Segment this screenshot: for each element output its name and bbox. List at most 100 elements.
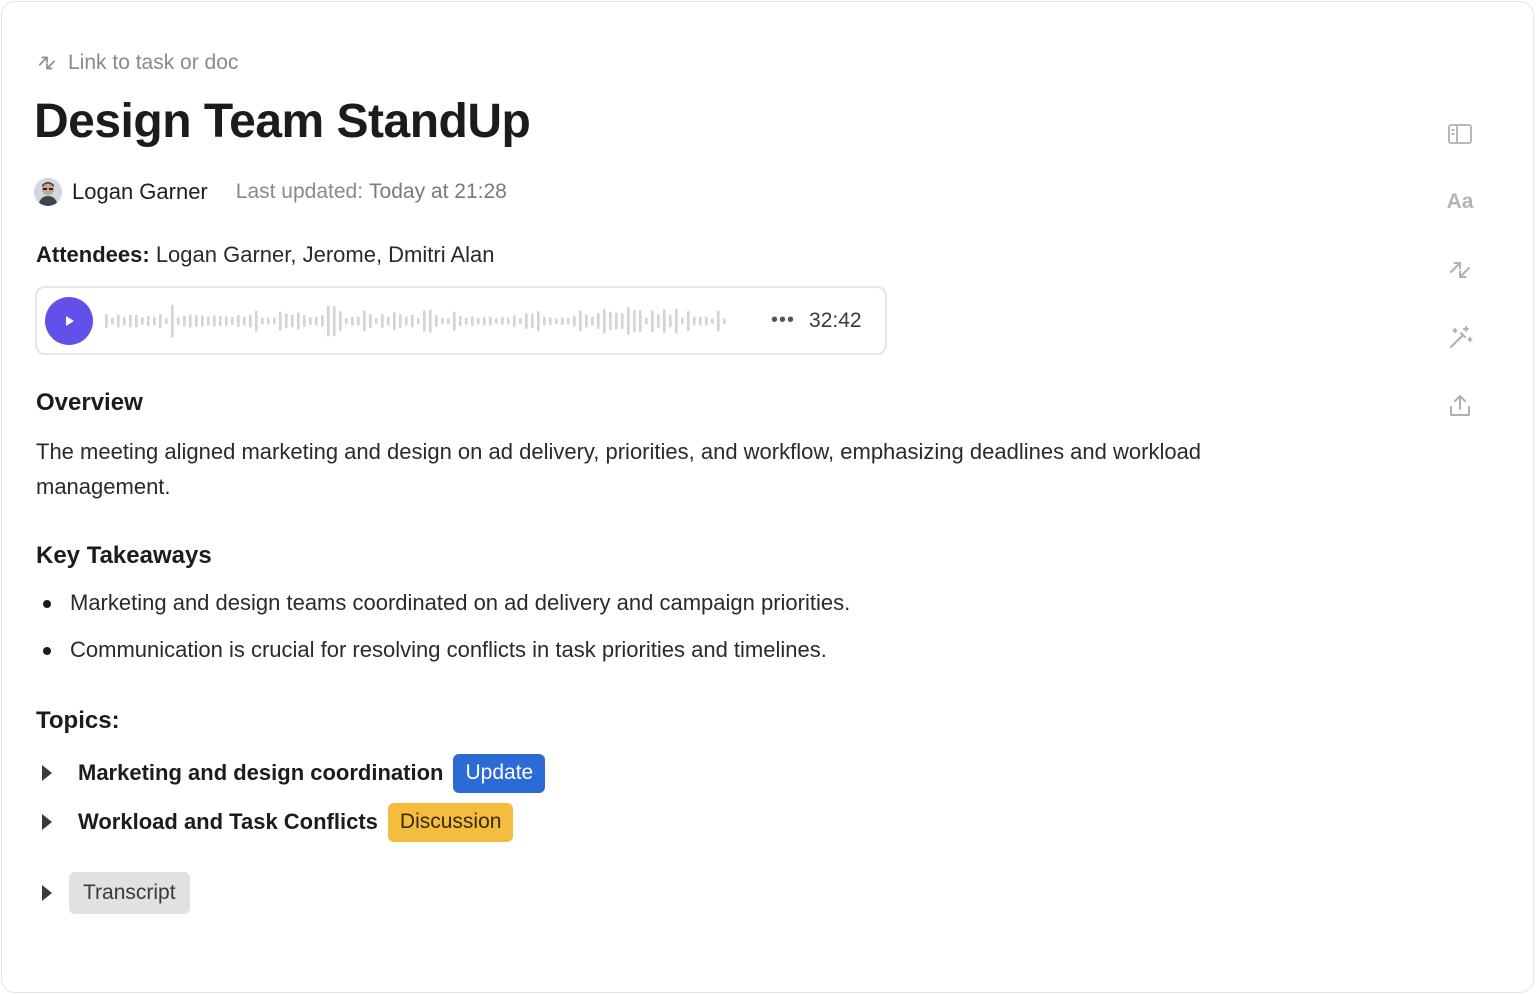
waveform-bar — [165, 317, 168, 324]
waveform-bar — [477, 317, 480, 324]
waveform-bar — [465, 317, 468, 324]
topic-tag-update[interactable]: Update — [453, 753, 546, 793]
last-updated-value: Today at 21:28 — [369, 180, 507, 203]
waveform-bar — [711, 317, 714, 324]
waveform-bar — [579, 310, 582, 331]
waveform-bar — [249, 314, 252, 327]
waveform-bar — [651, 309, 654, 332]
attendees-line: Attendees: Logan Garner, Jerome, Dmitri … — [36, 242, 495, 268]
waveform-bar — [291, 314, 294, 327]
waveform-bar — [531, 313, 534, 328]
waveform-bar — [183, 315, 186, 326]
waveform-bar — [687, 310, 690, 331]
waveform-bar — [699, 316, 702, 325]
attendees-names: Logan Garner, Jerome, Dmitri Alan — [155, 242, 495, 267]
waveform-bar — [429, 309, 432, 332]
waveform-bar — [393, 311, 396, 330]
waveform-bar — [537, 310, 540, 331]
waveform-bar — [135, 314, 138, 327]
link-arrows-icon — [38, 56, 56, 70]
waveform-bar — [549, 316, 552, 325]
list-item: Marketing and design teams coordinated o… — [36, 587, 850, 634]
waveform-bar — [693, 316, 696, 325]
audio-player: ••• 32:42 — [35, 286, 887, 355]
audio-more-button[interactable]: ••• — [771, 309, 795, 332]
waveform-bar — [597, 312, 600, 329]
waveform-bar — [573, 315, 576, 326]
expand-caret-icon[interactable] — [42, 765, 52, 781]
sidebar-panel-icon[interactable] — [1438, 112, 1482, 156]
waveform-bar — [141, 316, 144, 325]
waveform-bar — [459, 315, 462, 326]
waveform-bar — [189, 314, 192, 327]
waveform-bar — [261, 317, 264, 324]
topic-row[interactable]: Marketing and design coordination Update — [42, 753, 546, 793]
waveform-bar — [345, 317, 348, 324]
waveform-bar — [279, 311, 282, 330]
waveform-bar — [411, 314, 414, 327]
link-arrows-icon[interactable] — [1438, 248, 1482, 292]
expand-caret-icon[interactable] — [42, 814, 52, 830]
waveform-bar — [399, 313, 402, 328]
link-to-task-button[interactable]: Link to task or doc — [36, 48, 238, 78]
waveform-bar — [675, 308, 678, 333]
play-button[interactable] — [45, 296, 93, 345]
author-name[interactable]: Logan Garner — [72, 179, 208, 205]
waveform-bar — [195, 314, 198, 327]
waveform-bar — [159, 313, 162, 328]
avatar[interactable] — [34, 178, 62, 206]
waveform-bar — [669, 314, 672, 327]
waveform-bar — [321, 314, 324, 327]
author-row: Logan Garner Last updated: Today at 21:2… — [34, 176, 507, 208]
waveform-bar — [591, 316, 594, 325]
waveform-bar — [447, 317, 450, 324]
waveform-bar — [657, 313, 660, 328]
waveform-bar — [369, 313, 372, 328]
waveform-bar — [681, 317, 684, 324]
play-icon — [66, 315, 74, 326]
waveform-bar — [129, 314, 132, 327]
overview-text: The meeting aligned marketing and design… — [36, 439, 1202, 499]
waveform-bar — [219, 315, 222, 326]
waveform-bar — [717, 310, 720, 331]
waveform-bar — [483, 316, 486, 325]
waveform-bar — [705, 316, 708, 325]
waveform-bar — [723, 317, 726, 324]
waveform-bar — [147, 315, 150, 326]
waveform-bar — [297, 312, 300, 329]
waveform-bar — [255, 310, 258, 331]
expand-caret-icon[interactable] — [42, 885, 52, 901]
waveform-bar — [441, 317, 444, 324]
transcript-button[interactable]: Transcript — [69, 872, 190, 914]
topic-tag-discussion[interactable]: Discussion — [387, 802, 514, 842]
waveform-bar — [453, 311, 456, 330]
page-title: Design Team StandUp — [34, 95, 531, 148]
transcript-row[interactable]: Transcript — [42, 872, 190, 914]
waveform-bar — [495, 317, 498, 324]
waveform-bar — [639, 309, 642, 332]
waveform-bar — [363, 310, 366, 331]
waveform-bar — [303, 314, 306, 327]
waveform-bar — [243, 316, 246, 325]
topic-row[interactable]: Workload and Task Conflicts Discussion — [42, 802, 514, 842]
key-takeaways-heading: Key Takeaways — [36, 542, 212, 569]
waveform-bar — [603, 308, 606, 333]
waveform-bar — [609, 311, 612, 330]
text-format-icon[interactable]: Aa — [1438, 180, 1482, 224]
overview-heading: Overview — [36, 389, 143, 416]
waveform-bar — [555, 317, 558, 324]
waveform-bar — [621, 312, 624, 329]
waveform-bar — [633, 309, 636, 332]
waveform-bar — [231, 316, 234, 325]
waveform-bar — [423, 310, 426, 331]
waveform-bar — [519, 317, 522, 324]
share-upload-icon[interactable] — [1438, 384, 1482, 428]
audio-duration: 32:42 — [809, 308, 862, 332]
waveform-bar — [501, 316, 504, 325]
waveform-bar — [381, 313, 384, 328]
audio-waveform[interactable] — [103, 301, 733, 341]
waveform-bar — [207, 316, 210, 325]
magic-wand-icon[interactable] — [1438, 316, 1482, 360]
last-updated-label: Last updated: — [235, 180, 364, 203]
waveform-bar — [585, 314, 588, 327]
